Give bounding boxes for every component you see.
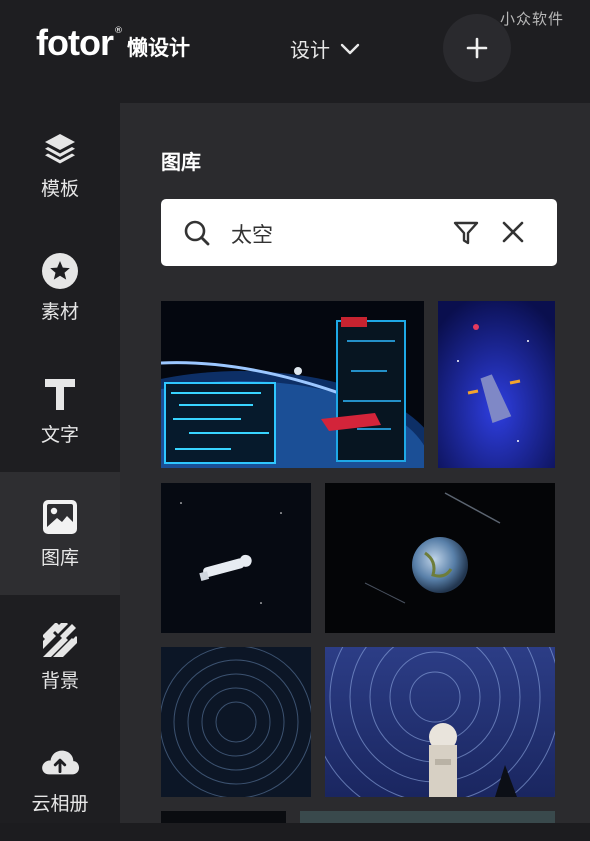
sidebar-item-label: 云相册 [31, 793, 89, 815]
sidebar-item-templates[interactable]: 模板 [0, 103, 120, 226]
layers-icon [40, 128, 80, 168]
logo-subtitle: 懒设计 [126, 36, 190, 60]
gallery-image-space-station[interactable] [161, 301, 424, 468]
chevron-down-icon [340, 43, 360, 54]
watermark: 小众软件 [500, 10, 565, 28]
cloud-upload-icon [40, 743, 80, 783]
design-menu-label: 设计 [290, 38, 330, 62]
top-bar: fotor ® 懒设计 设计 小众软件 [0, 0, 590, 103]
search-box[interactable]: 太空 [161, 199, 557, 266]
image-icon [40, 497, 80, 537]
logo-text: fotor [36, 22, 114, 63]
sidebar-item-label: 模板 [40, 178, 79, 200]
sidebar-item-label: 文字 [40, 424, 79, 446]
sidebar-item-label: 背景 [40, 670, 79, 692]
gallery-panel: 图库 太空 [120, 103, 590, 823]
fotor-logo[interactable]: fotor ® 懒设计 [36, 22, 190, 64]
gallery-image-astronaut[interactable] [161, 483, 311, 633]
sidebar: 模板 素材 文字 图库 背景 云相册 [0, 103, 120, 823]
gallery-image-partial-2[interactable] [300, 811, 555, 823]
close-icon[interactable] [501, 220, 525, 244]
gallery-image-earth-globe[interactable] [325, 483, 555, 633]
stripes-icon [40, 620, 80, 660]
filter-icon[interactable] [453, 220, 479, 246]
star-circle-icon [40, 251, 80, 291]
sidebar-item-text[interactable]: 文字 [0, 349, 120, 472]
gallery-image-partial-1[interactable] [161, 811, 286, 823]
design-menu-dropdown[interactable]: 设计 [290, 34, 360, 63]
logo-registered-mark: ® [113, 26, 123, 36]
gallery-image-star-trails-dark[interactable] [161, 647, 311, 797]
text-t-icon [40, 374, 80, 414]
sidebar-item-label: 图库 [40, 547, 79, 569]
sidebar-item-elements[interactable]: 素材 [0, 226, 120, 349]
plus-icon [466, 37, 488, 59]
search-input[interactable]: 太空 [231, 219, 273, 249]
gallery-image-rocket-deep-blue[interactable] [438, 301, 555, 468]
sidebar-item-background[interactable]: 背景 [0, 595, 120, 718]
sidebar-item-gallery[interactable]: 图库 [0, 472, 120, 595]
search-icon [184, 220, 210, 246]
panel-title: 图库 [161, 150, 201, 174]
sidebar-item-label: 素材 [40, 301, 79, 323]
gallery-image-observatory-star-trails[interactable] [325, 647, 555, 797]
